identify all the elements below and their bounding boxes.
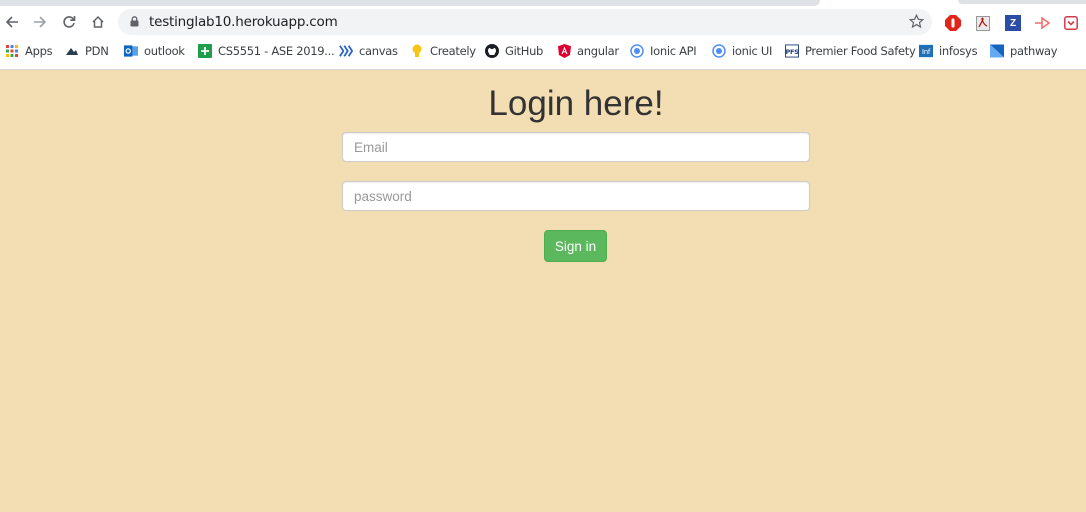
browser-chrome: testinglab10.herokuapp.com Z Apps PDN ou… bbox=[0, 0, 1086, 70]
bookmark-star-icon[interactable] bbox=[909, 14, 924, 29]
bookmark-label: GitHub bbox=[505, 44, 544, 58]
bookmark-github[interactable]: GitHub bbox=[485, 42, 543, 60]
pocket-icon[interactable] bbox=[1063, 15, 1079, 31]
bookmark-cs5551[interactable]: CS5551 - ASE 2019... bbox=[198, 42, 335, 60]
tab-strip-right bbox=[958, 0, 1086, 4]
forward-arrow-icon bbox=[34, 16, 47, 28]
bookmark-label: ionic UI bbox=[732, 44, 773, 58]
password-field[interactable] bbox=[342, 181, 810, 211]
bookmark-canvas[interactable]: canvas bbox=[339, 42, 398, 60]
sheets-icon bbox=[198, 44, 212, 58]
bookmark-apps[interactable]: Apps bbox=[5, 42, 53, 60]
bookmark-ionic-api[interactable]: Ionic API bbox=[630, 42, 697, 60]
address-bar[interactable]: testinglab10.herokuapp.com bbox=[118, 9, 932, 35]
bookmarks-bar: Apps PDN outlook CS5551 - ASE 2019... ca… bbox=[0, 40, 1086, 62]
infosys-icon: Inf bbox=[919, 44, 933, 58]
pathway-icon bbox=[990, 44, 1004, 58]
arrow-ext-icon[interactable] bbox=[1034, 15, 1050, 31]
pfs-icon: PFS bbox=[785, 44, 799, 58]
bookmark-label: Apps bbox=[25, 44, 53, 58]
bookmark-label: PDN bbox=[85, 44, 109, 58]
bookmark-label: infosys bbox=[939, 44, 978, 58]
bookmark-label: angular bbox=[577, 44, 619, 58]
email-field[interactable] bbox=[342, 132, 810, 162]
home-icon bbox=[92, 15, 104, 28]
github-icon bbox=[485, 44, 499, 58]
bookmark-label: Ionic API bbox=[650, 44, 697, 58]
pdn-icon bbox=[65, 44, 79, 58]
pdf-icon[interactable] bbox=[975, 15, 991, 31]
forward-button[interactable] bbox=[29, 11, 51, 33]
url-text: testinglab10.herokuapp.com bbox=[149, 14, 338, 30]
bookmark-label: Premier Food Safety bbox=[805, 44, 916, 58]
bookmark-pathway[interactable]: pathway bbox=[990, 42, 1058, 60]
bookmark-infosys[interactable]: Inf infosys bbox=[919, 42, 978, 60]
bookmark-ionic-ui[interactable]: ionic UI bbox=[712, 42, 772, 60]
ionic-icon bbox=[630, 44, 644, 58]
back-arrow-icon bbox=[5, 16, 18, 28]
browser-toolbar: testinglab10.herokuapp.com Z bbox=[0, 7, 1086, 37]
bookmark-label: canvas bbox=[359, 44, 398, 58]
bookmark-label: outlook bbox=[144, 44, 185, 58]
reload-button[interactable] bbox=[58, 11, 80, 33]
outlook-icon bbox=[124, 44, 138, 58]
reload-icon bbox=[63, 16, 76, 28]
sign-in-button[interactable]: Sign in bbox=[544, 230, 607, 262]
z-icon[interactable]: Z bbox=[1005, 15, 1021, 31]
svg-text:PFS: PFS bbox=[785, 48, 799, 56]
bookmark-label: CS5551 - ASE 2019... bbox=[218, 44, 335, 58]
bookmark-premier-food-safety[interactable]: PFS Premier Food Safety bbox=[785, 42, 916, 60]
bookmark-label: Creately bbox=[430, 44, 476, 58]
canvas-icon bbox=[339, 44, 353, 58]
page-title: Login here! bbox=[488, 84, 664, 123]
lock-icon bbox=[130, 16, 139, 27]
angular-icon bbox=[557, 44, 571, 58]
bookmark-label: pathway bbox=[1010, 44, 1058, 58]
bookmark-creately[interactable]: Creately bbox=[410, 42, 476, 60]
tab-strip bbox=[0, 0, 820, 6]
password-input[interactable] bbox=[343, 182, 805, 210]
bookmark-angular[interactable]: angular bbox=[557, 42, 619, 60]
bookmark-pdn[interactable]: PDN bbox=[65, 42, 109, 60]
adblock-icon[interactable] bbox=[945, 15, 961, 31]
back-button[interactable] bbox=[1, 11, 23, 33]
lightbulb-icon bbox=[410, 44, 424, 58]
ionic-icon bbox=[712, 44, 726, 58]
bookmark-outlook[interactable]: outlook bbox=[124, 42, 185, 60]
apps-grid-icon bbox=[5, 44, 19, 58]
svg-text:Inf: Inf bbox=[922, 48, 931, 56]
email-input[interactable] bbox=[343, 133, 805, 161]
home-button[interactable] bbox=[87, 11, 109, 33]
